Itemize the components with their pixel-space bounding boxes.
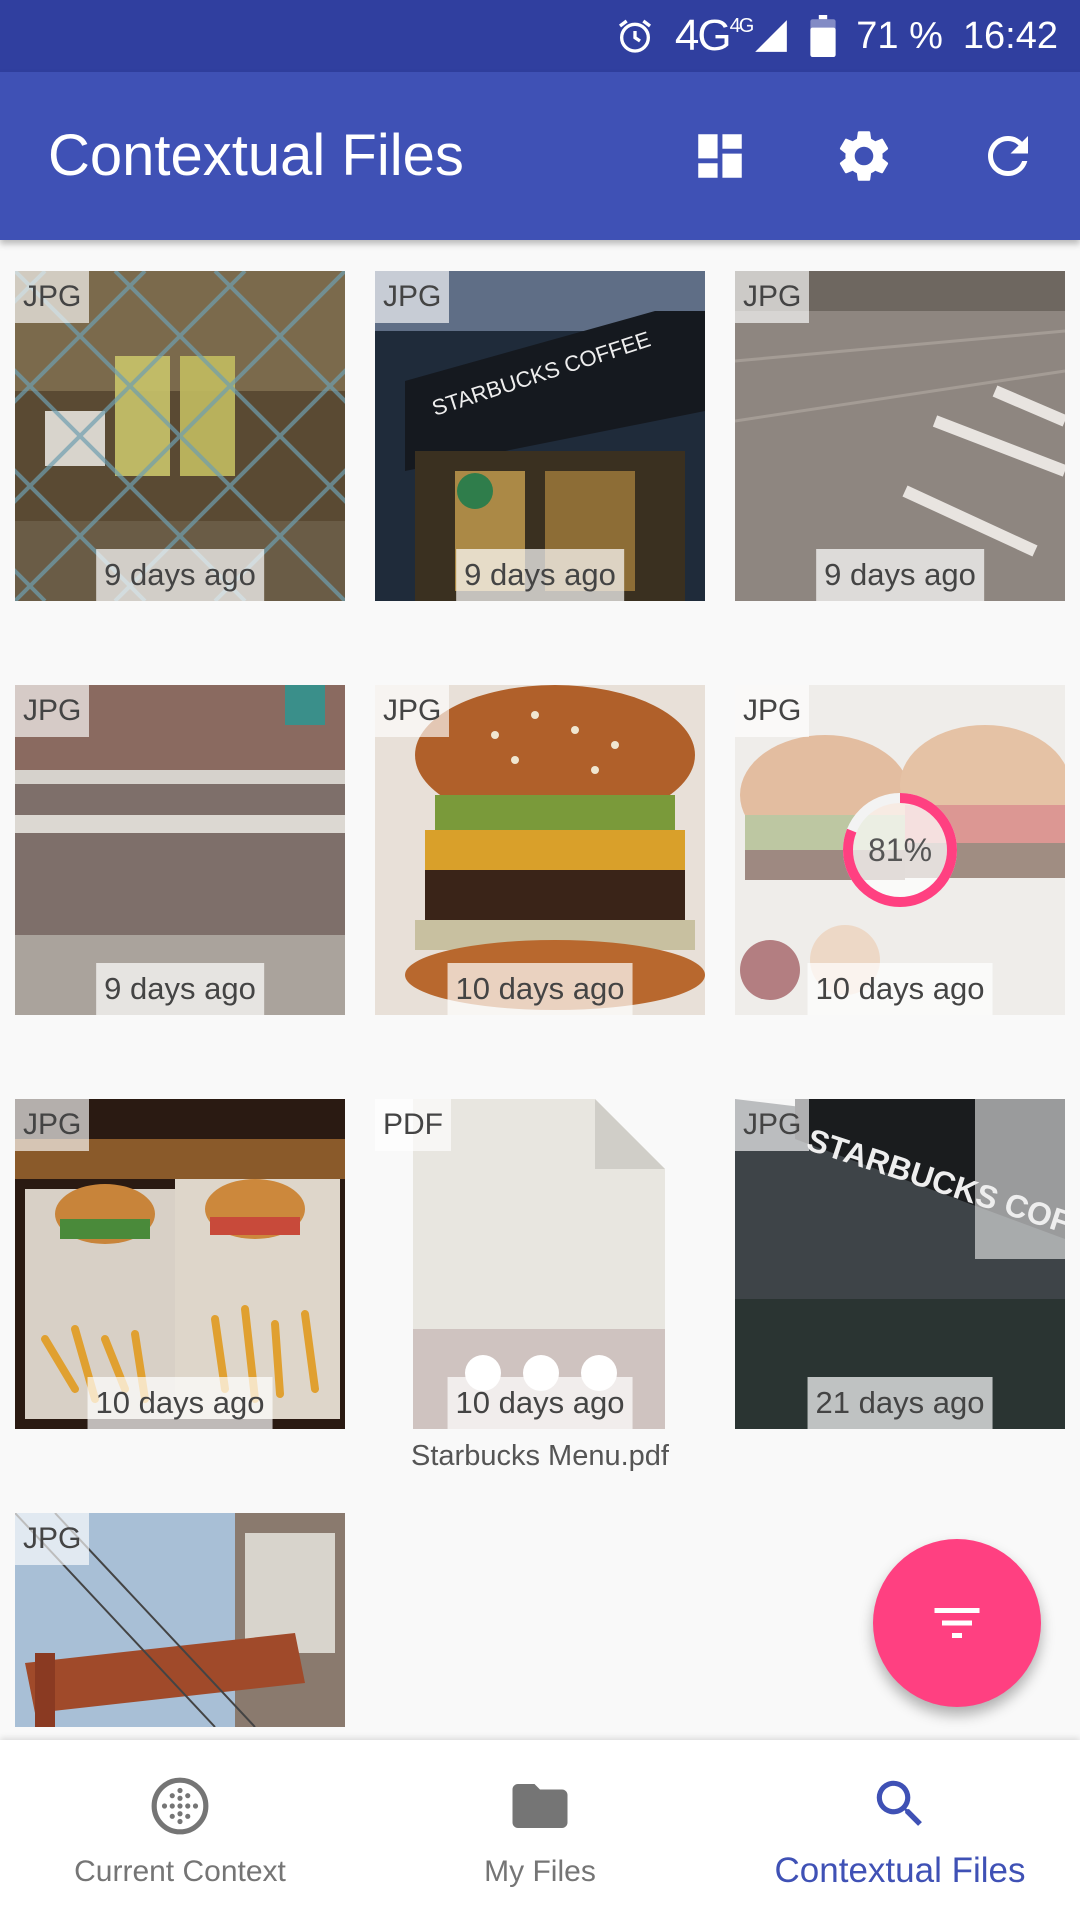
file-tile[interactable]: STARBUCKS COFFEE JPG 21 days ago bbox=[735, 1099, 1065, 1429]
context-icon bbox=[149, 1771, 211, 1841]
battery-percent: 71 % bbox=[856, 14, 943, 57]
file-tile[interactable]: JPG 9 days ago bbox=[15, 271, 345, 601]
filter-button[interactable] bbox=[873, 1539, 1041, 1707]
clock: 16:42 bbox=[962, 14, 1058, 57]
nav-current-context[interactable]: Current Context bbox=[0, 1740, 360, 1920]
file-age-label: 9 days ago bbox=[96, 549, 264, 601]
upload-progress-label: 81% bbox=[867, 831, 933, 868]
file-age-label: 21 days ago bbox=[807, 1377, 993, 1429]
file-type-badge: JPG bbox=[735, 685, 810, 737]
dashboard-button[interactable] bbox=[684, 120, 756, 192]
file-tile[interactable]: STARBUCKS COFFEE JPG 9 days ago bbox=[375, 271, 705, 601]
refresh-button[interactable] bbox=[972, 120, 1044, 192]
file-type-badge: JPG bbox=[15, 1513, 90, 1565]
network-indicator: 4G 4G bbox=[675, 11, 790, 61]
file-type-badge: JPG bbox=[735, 271, 810, 323]
battery-icon bbox=[810, 15, 836, 57]
file-type-badge: JPG bbox=[735, 1099, 810, 1151]
alarm-icon bbox=[615, 16, 655, 56]
file-type-badge: PDF bbox=[375, 1099, 451, 1151]
page-title: Contextual Files bbox=[48, 123, 464, 188]
file-name: Starbucks Menu.pdf bbox=[411, 1440, 669, 1472]
file-tile[interactable]: JPG bbox=[15, 1513, 345, 1727]
search-icon bbox=[869, 1769, 931, 1839]
refresh-icon bbox=[988, 136, 1028, 176]
dashboard-icon bbox=[698, 134, 742, 178]
file-age-label: 9 days ago bbox=[96, 963, 264, 1015]
folder-icon bbox=[507, 1771, 573, 1841]
signal-icon bbox=[755, 20, 788, 52]
settings-button[interactable] bbox=[828, 120, 900, 192]
nav-my-files[interactable]: My Files bbox=[360, 1740, 720, 1920]
status-bar: 4G 4G 71 % 16:42 bbox=[0, 0, 1080, 72]
file-type-badge: JPG bbox=[375, 271, 450, 323]
file-type-badge: JPG bbox=[15, 1099, 90, 1151]
nav-contextual-files[interactable]: Contextual Files bbox=[720, 1740, 1080, 1920]
file-age-label: 10 days ago bbox=[807, 963, 993, 1015]
file-tile[interactable]: JPG 10 days ago bbox=[15, 1099, 345, 1429]
bottom-navigation: Current Context My Files Contextual File… bbox=[0, 1740, 1080, 1920]
file-tile[interactable]: PDF 10 days ago bbox=[375, 1099, 705, 1429]
file-type-badge: JPG bbox=[375, 685, 450, 737]
file-type-badge: JPG bbox=[15, 685, 90, 737]
settings-icon bbox=[839, 131, 889, 181]
file-age-label: 10 days ago bbox=[87, 1377, 273, 1429]
file-tile[interactable]: JPG 9 days ago bbox=[15, 685, 345, 1015]
file-age-label: 10 days ago bbox=[447, 1377, 633, 1429]
file-tile[interactable]: 81% JPG 10 days ago bbox=[735, 685, 1065, 1015]
file-age-label: 10 days ago bbox=[447, 963, 633, 1015]
app-bar: Contextual Files bbox=[0, 72, 1080, 240]
filter-icon bbox=[934, 1608, 980, 1638]
file-age-label: 9 days ago bbox=[456, 549, 624, 601]
file-tile[interactable]: JPG 10 days ago bbox=[375, 685, 705, 1015]
file-type-badge: JPG bbox=[15, 271, 90, 323]
file-tile[interactable]: JPG 9 days ago bbox=[735, 271, 1065, 601]
nav-label: My Files bbox=[484, 1855, 596, 1888]
file-age-label: 9 days ago bbox=[816, 549, 984, 601]
nav-label: Contextual Files bbox=[774, 1851, 1026, 1890]
nav-label: Current Context bbox=[74, 1855, 286, 1888]
